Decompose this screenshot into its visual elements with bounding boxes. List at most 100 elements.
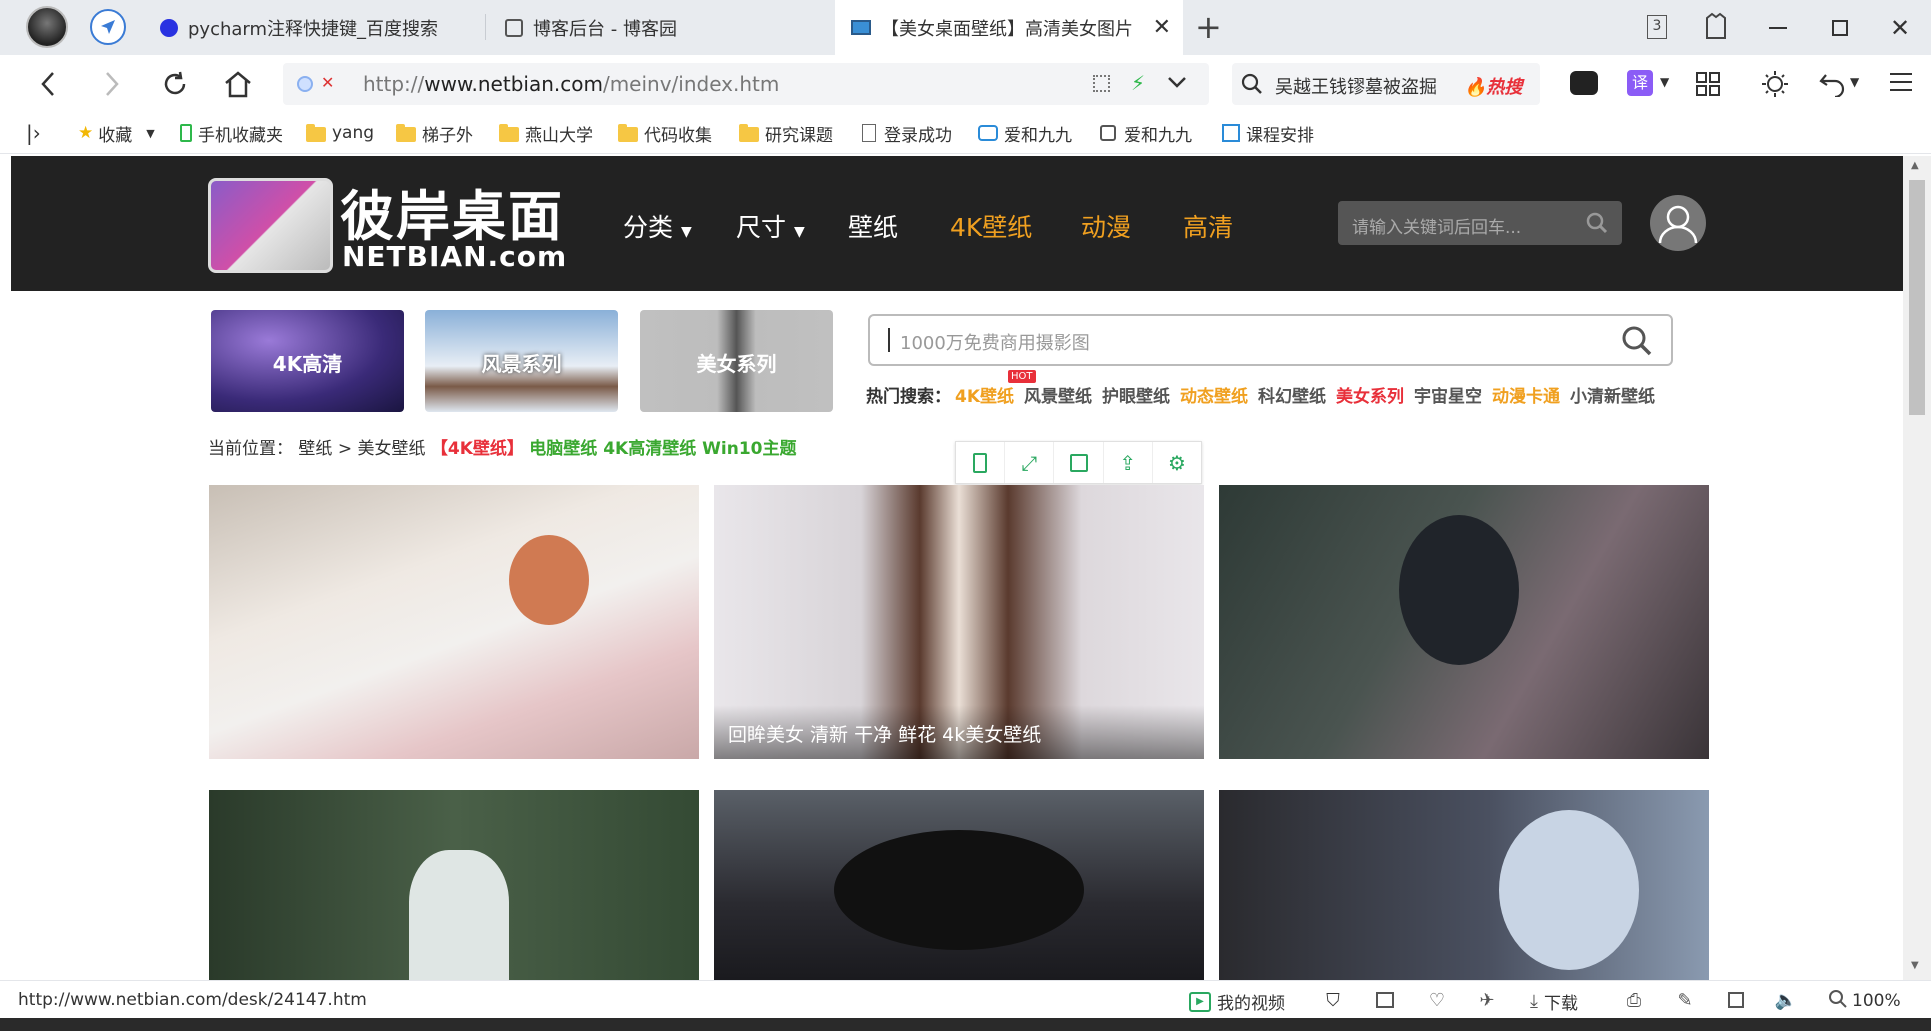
breadcrumb-green-links[interactable]: 电脑壁纸 4K高清壁纸 Win10主题 (529, 439, 796, 459)
bookmark-mobile[interactable]: 手机收藏夹 (180, 112, 283, 154)
zoom-control[interactable]: 100% (1828, 989, 1901, 1013)
category-4k[interactable]: 4K高清 (211, 310, 404, 412)
category-scenery[interactable]: 风景系列 (425, 310, 618, 412)
bookmark-cnblogs[interactable]: 爱和九九 (1100, 112, 1198, 154)
bookmark-course[interactable]: 课程安排 (1222, 112, 1316, 154)
forward-button[interactable] (92, 65, 132, 103)
wallpaper-thumb[interactable] (1219, 485, 1709, 759)
window-icon[interactable] (1725, 989, 1747, 1011)
nav-anime[interactable]: 动漫 (1081, 208, 1131, 244)
hot-tag-4k[interactable]: 4K壁纸 (955, 382, 1014, 407)
fullscreen-icon[interactable]: ⤢ (1005, 442, 1055, 483)
vertical-scrollbar[interactable]: ▲ ▼ (1903, 156, 1931, 980)
url-bar[interactable]: ✕ http://www.netbian.com/meinv/index.htm… (283, 63, 1209, 105)
close-tab-icon[interactable]: ✕ (1153, 15, 1171, 40)
rocket-icon[interactable]: ✈ (1476, 989, 1498, 1011)
tab-baidu[interactable]: pycharm注释快捷键_百度搜索 (150, 0, 480, 55)
sidebar-toggle-icon[interactable]: |› (26, 112, 41, 154)
health-icon[interactable]: ♡ (1426, 989, 1448, 1011)
nav-wallpaper[interactable]: 壁纸 (848, 208, 898, 244)
settings-icon[interactable]: ⚙ (1153, 442, 1201, 483)
menu-icon[interactable] (1890, 73, 1912, 91)
tab-netbian[interactable]: 【美女桌面壁纸】高清美女图片 ✕ (835, 0, 1183, 55)
print-icon[interactable]: ⎙ (1623, 989, 1645, 1011)
insecure-icon[interactable]: ✕ (321, 73, 334, 92)
nav-size[interactable]: 尺寸 ▼ (736, 208, 805, 244)
bookmark-folder[interactable]: yang (306, 112, 374, 154)
extension-icon[interactable] (1570, 71, 1598, 95)
nav-4k[interactable]: 4K壁纸 (950, 208, 1032, 244)
apps-grid-icon[interactable] (1695, 71, 1721, 101)
browser-search-box[interactable]: 吴越王钱镠墓被盗掘 🔥热搜 (1232, 63, 1540, 105)
tab-cnblogs[interactable]: 博客后台 - 博客园 (495, 0, 825, 55)
hot-tag-scenery[interactable]: 风景壁纸 (1024, 382, 1092, 407)
bookmark-bar: |› ★ 收藏 ▼ 手机收藏夹 yang 梯子外 燕山大学 代码收集 研究课题 登录… (0, 112, 1931, 154)
search-icon[interactable] (1620, 324, 1654, 362)
volume-icon[interactable]: 🔈 (1775, 989, 1797, 1011)
reload-button[interactable] (155, 65, 195, 103)
scroll-up-icon[interactable]: ▲ (1911, 160, 1919, 171)
qrcode-icon[interactable] (1093, 75, 1110, 92)
status-url: http://www.netbian.com/desk/24147.htm (18, 990, 367, 1010)
category-beauty[interactable]: 美女系列 (640, 310, 833, 412)
image-icon[interactable] (1374, 989, 1396, 1011)
home-button[interactable] (218, 65, 258, 103)
breadcrumb-4k-link[interactable]: 【4K壁纸】 (431, 439, 524, 459)
url-path: /meinv/index.htm (602, 72, 780, 96)
share-icon[interactable]: ⇪ (1104, 442, 1153, 483)
back-button[interactable] (28, 65, 68, 103)
bookmark-folder[interactable]: 代码收集 (618, 112, 712, 154)
photo-search-input[interactable]: 1000万免费商用摄影图 (868, 314, 1673, 366)
breadcrumb-home[interactable]: 壁纸 (298, 439, 332, 459)
hot-tag-beauty[interactable]: 美女系列 (1336, 382, 1404, 407)
edit-icon[interactable]: ✎ (1674, 989, 1696, 1011)
close-window-button[interactable]: ✕ (1870, 0, 1930, 55)
chevron-down-icon[interactable]: ▼ (1660, 75, 1669, 89)
brightness-icon[interactable] (1760, 69, 1790, 103)
wallpaper-thumb[interactable] (209, 790, 699, 980)
header-search-input[interactable]: 请输入关键词后回车... (1338, 201, 1622, 245)
hot-tag-dynamic[interactable]: 动态壁纸 (1180, 382, 1248, 407)
bookmark-page[interactable]: 登录成功 (862, 112, 952, 154)
hot-tag-eyecare[interactable]: 护眼壁纸 (1102, 382, 1170, 407)
phone-icon[interactable] (956, 442, 1006, 483)
bookmark-folder[interactable]: 研究课题 (739, 112, 833, 154)
skin-icon[interactable] (1703, 12, 1729, 44)
wallpaper-thumb[interactable] (714, 790, 1204, 980)
minimize-button[interactable] (1748, 0, 1808, 55)
hot-tag-fresh[interactable]: 小清新壁纸 (1570, 382, 1655, 407)
nav-hd[interactable]: 高清 (1183, 208, 1233, 244)
translate-button[interactable]: 译 (1627, 70, 1653, 96)
bookmark-folder[interactable]: 梯子外 (396, 112, 473, 154)
avatar[interactable] (26, 6, 68, 48)
search-icon[interactable] (1585, 211, 1609, 239)
lightning-icon[interactable]: ⚡ (1131, 71, 1145, 95)
download-button[interactable]: ⤓ 下载 (1530, 989, 1578, 1014)
hot-tag-anime[interactable]: 动漫卡通 (1492, 382, 1560, 407)
breadcrumb-current[interactable]: 美女壁纸 (357, 439, 425, 459)
hot-tag-scifi[interactable]: 科幻壁纸 (1258, 382, 1326, 407)
user-avatar-icon[interactable] (1650, 195, 1706, 251)
bookmark-favorites[interactable]: ★ 收藏 ▼ (78, 112, 155, 154)
save-icon[interactable] (1054, 442, 1104, 483)
chevron-down-icon[interactable] (1166, 69, 1188, 99)
tab-count-badge[interactable]: 3 (1647, 15, 1667, 39)
chevron-down-icon[interactable]: ▼ (1850, 75, 1859, 89)
bookmark-folder[interactable]: 燕山大学 (499, 112, 593, 154)
scroll-down-icon[interactable]: ▼ (1911, 960, 1919, 971)
security-icon[interactable] (297, 76, 313, 92)
my-video-button[interactable]: ▶ 我的视频 (1189, 989, 1285, 1014)
hot-tag-space[interactable]: 宇宙星空 (1414, 382, 1482, 407)
navigate-icon[interactable] (90, 9, 126, 45)
restore-button[interactable] (1810, 0, 1870, 55)
scroll-thumb[interactable] (1909, 180, 1925, 415)
wallpaper-thumb[interactable]: 回眸美女 清新 干净 鲜花 4k美女壁纸 (714, 485, 1204, 759)
wallpaper-thumb[interactable] (1219, 790, 1709, 980)
new-tab-icon[interactable]: + (1195, 8, 1222, 46)
bookmark-bilibili[interactable]: 爱和九九 (978, 112, 1078, 154)
site-logo[interactable]: 彼岸桌面 NETBIAN.com (208, 170, 588, 278)
nav-category[interactable]: 分类 ▼ (623, 208, 692, 244)
undo-icon[interactable] (1818, 71, 1846, 101)
wallpaper-thumb[interactable] (209, 485, 699, 759)
shield-icon[interactable]: ⛉ (1322, 989, 1344, 1011)
